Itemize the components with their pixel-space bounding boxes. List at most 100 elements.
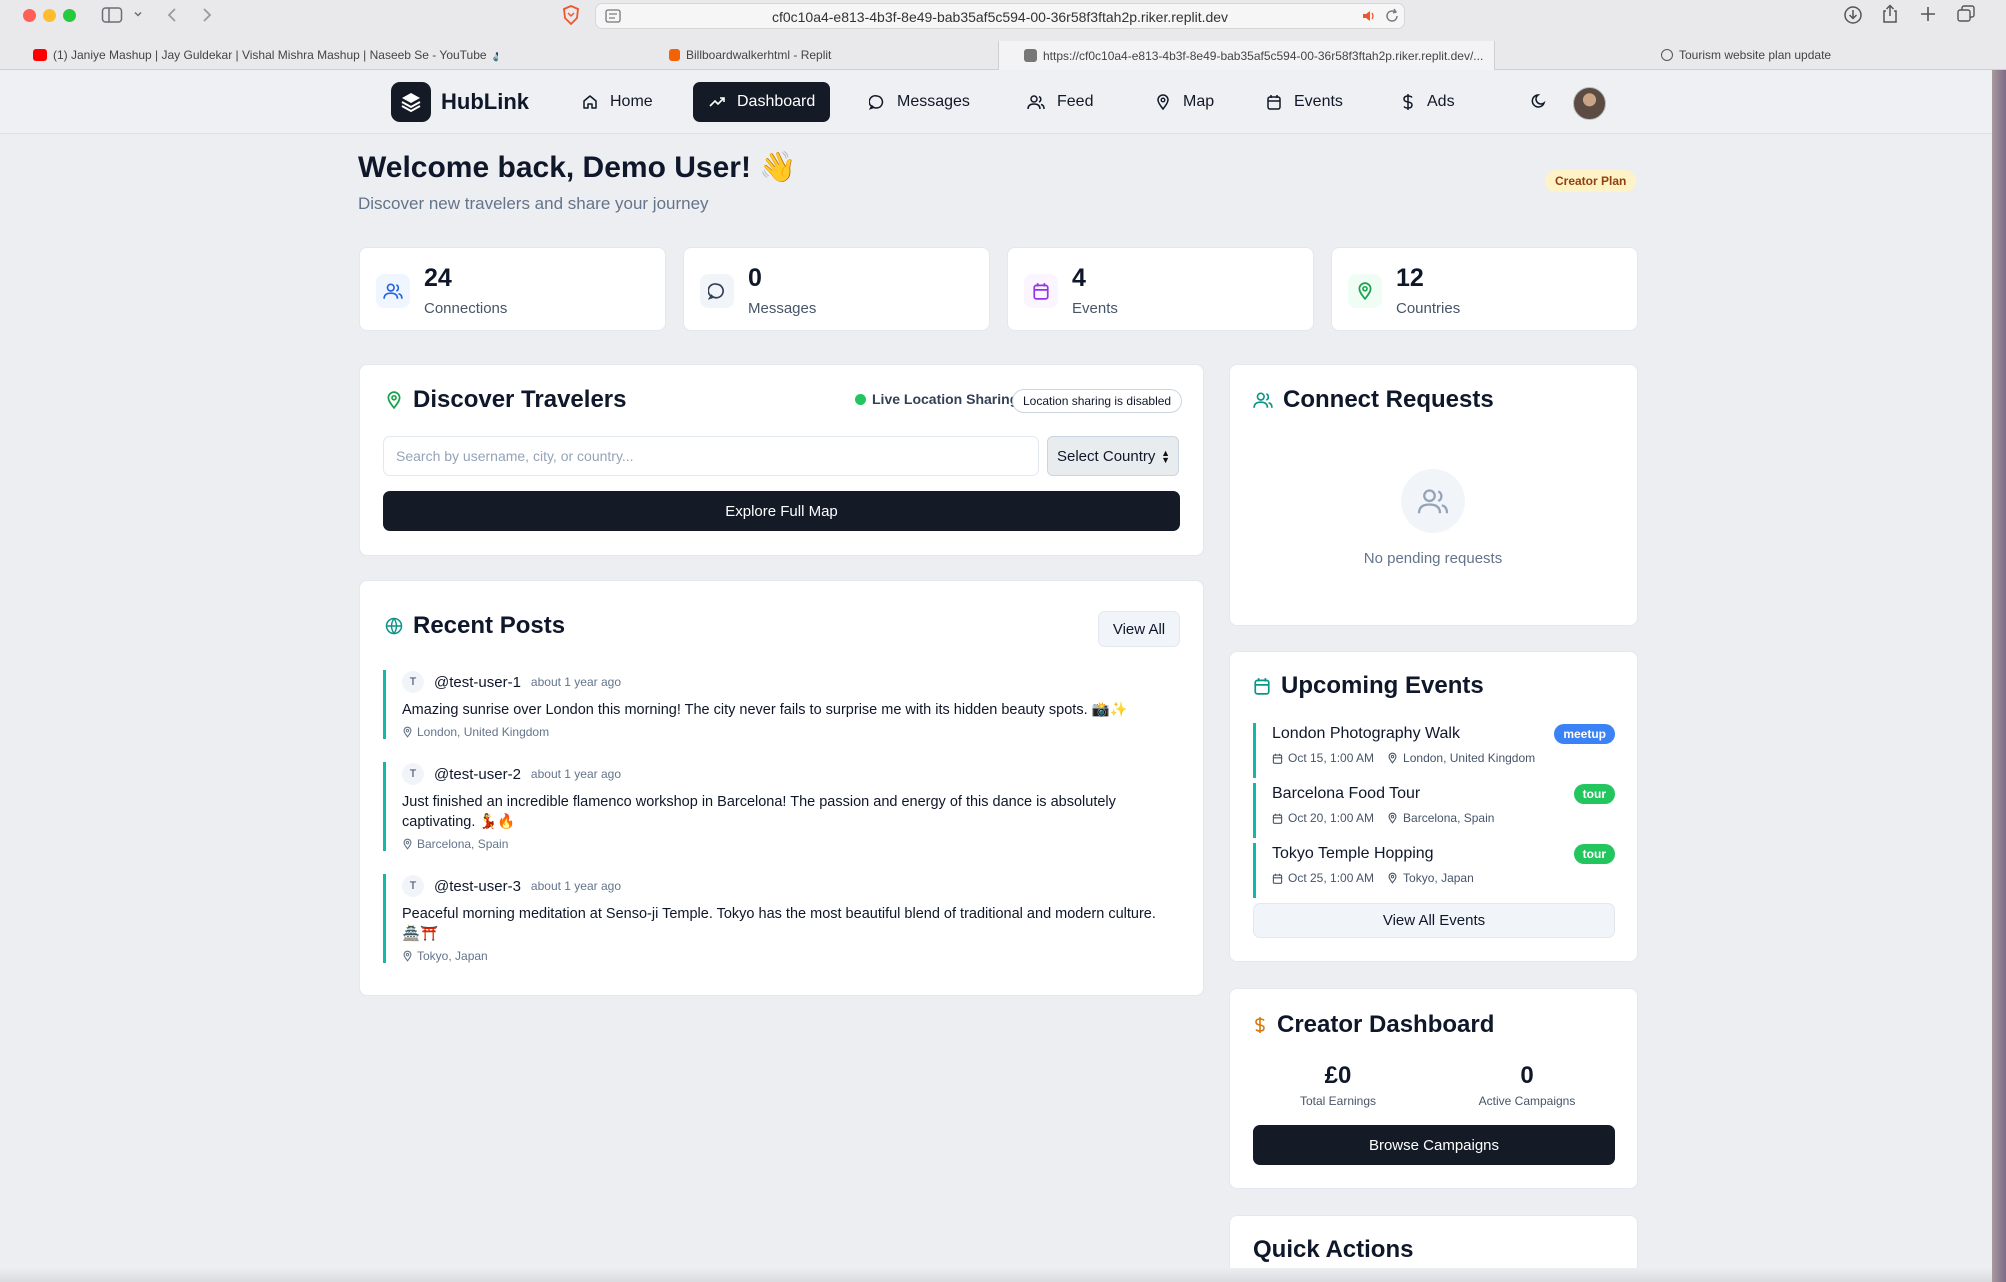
users-icon bbox=[1253, 391, 1273, 409]
total-earnings-stat: £0 Total Earnings bbox=[1248, 1062, 1428, 1108]
country-select[interactable]: Select Country ▲ ▼ bbox=[1047, 436, 1179, 476]
stat-label: Messages bbox=[748, 300, 817, 317]
address-bar[interactable]: cf0c10a4-e813-4b3f-8e49-bab35af5c594-00-… bbox=[595, 3, 1405, 29]
live-location-toggle[interactable]: Live Location Sharing bbox=[855, 391, 1018, 407]
nav-label: Map bbox=[1183, 93, 1215, 110]
select-arrows-icon: ▲ ▼ bbox=[1161, 448, 1170, 465]
stat-card-messages: 0 Messages bbox=[683, 247, 990, 331]
creator-dashboard-title: Creator Dashboard bbox=[1253, 1011, 1494, 1039]
live-location-label: Live Location Sharing bbox=[872, 391, 1019, 407]
tab-youtube[interactable]: (1) Janiye Mashup | Jay Guldekar | Visha… bbox=[33, 41, 498, 69]
new-tab-icon[interactable] bbox=[1919, 5, 1937, 23]
zoom-window-button[interactable] bbox=[63, 9, 76, 22]
tab-replit[interactable]: Billboardwalkerhtml - Replit bbox=[669, 41, 969, 69]
post-item[interactable]: T @test-user-1 about 1 year ago Amazing … bbox=[383, 670, 1180, 739]
map-pin-icon bbox=[1387, 872, 1398, 884]
brave-shield-icon[interactable] bbox=[562, 5, 580, 25]
chevron-down-icon[interactable] bbox=[133, 9, 143, 19]
event-title: Tokyo Temple Hopping bbox=[1272, 845, 1434, 862]
post-username[interactable]: @test-user-1 bbox=[434, 674, 521, 691]
forward-icon[interactable] bbox=[200, 6, 214, 24]
event-date: Oct 25, 1:00 AM bbox=[1288, 871, 1375, 885]
speaker-icon[interactable] bbox=[1361, 9, 1377, 23]
stat-label: Events bbox=[1072, 300, 1118, 317]
page-subtitle: Discover new travelers and share your jo… bbox=[358, 194, 709, 213]
post-location: London, United Kingdom bbox=[417, 725, 550, 739]
tab-tourism[interactable]: Tourism website plan update bbox=[1661, 41, 1991, 69]
nav-home[interactable]: Home bbox=[566, 82, 669, 122]
nav-label: Ads bbox=[1427, 93, 1455, 110]
sidebar-toggle-icon[interactable] bbox=[101, 6, 123, 24]
view-all-events-button[interactable]: View All Events bbox=[1253, 903, 1615, 938]
avatar[interactable] bbox=[1573, 87, 1606, 120]
theme-toggle-moon-icon[interactable] bbox=[1530, 92, 1548, 110]
calendar-icon bbox=[1272, 873, 1283, 884]
plan-badge: Creator Plan bbox=[1545, 170, 1637, 192]
post-username[interactable]: @test-user-2 bbox=[434, 766, 521, 783]
back-icon[interactable] bbox=[165, 6, 179, 24]
post-item[interactable]: T @test-user-3 about 1 year ago Peaceful… bbox=[383, 874, 1180, 963]
tab-active[interactable]: https://cf0c10a4-e813-4b3f-8e49-bab35af5… bbox=[998, 41, 1495, 70]
post-time: about 1 year ago bbox=[530, 767, 621, 781]
nav-events[interactable]: Events bbox=[1250, 82, 1359, 122]
brand-logo[interactable]: HubLink bbox=[391, 82, 529, 122]
layers-icon bbox=[391, 82, 431, 122]
empty-state-text: No pending requests bbox=[1363, 550, 1503, 567]
speaker-icon[interactable]: 🔈 bbox=[493, 49, 498, 62]
section-heading: Quick Actions bbox=[1253, 1236, 1414, 1263]
stat-value: 12 bbox=[1396, 264, 1424, 292]
nav-label: Feed bbox=[1057, 93, 1094, 110]
post-username[interactable]: @test-user-3 bbox=[434, 878, 521, 895]
map-pin-icon bbox=[402, 726, 413, 738]
home-icon bbox=[582, 94, 598, 110]
event-location: London, United Kingdom bbox=[1403, 751, 1536, 765]
nav-ads[interactable]: Ads bbox=[1385, 82, 1471, 122]
event-item[interactable]: London Photography Walk Oct 15, 1:00 AM … bbox=[1253, 723, 1615, 778]
close-window-button[interactable] bbox=[23, 9, 36, 22]
brand-name: HubLink bbox=[441, 89, 529, 114]
youtube-icon bbox=[33, 49, 47, 61]
section-heading: Recent Posts bbox=[413, 612, 566, 639]
users-icon bbox=[1401, 469, 1465, 533]
section-heading: Creator Dashboard bbox=[1277, 1011, 1495, 1038]
nav-feed[interactable]: Feed bbox=[1011, 82, 1109, 122]
nav-map[interactable]: Map bbox=[1139, 82, 1230, 122]
event-date: Oct 20, 1:00 AM bbox=[1288, 811, 1375, 825]
discover-title: Discover Travelers bbox=[385, 386, 626, 414]
event-item[interactable]: Tokyo Temple Hopping Oct 25, 1:00 AM Tok… bbox=[1253, 843, 1615, 898]
nav-label: Messages bbox=[897, 93, 970, 110]
app-navbar: HubLink Home Dashboard Messages Feed Map… bbox=[0, 70, 2006, 134]
nav-dashboard[interactable]: Dashboard bbox=[693, 82, 830, 122]
tab-overview-icon[interactable] bbox=[1956, 5, 1976, 23]
live-status-dot bbox=[855, 393, 866, 405]
map-pin-icon bbox=[1387, 812, 1398, 824]
share-icon[interactable] bbox=[1881, 4, 1899, 24]
explore-full-map-button[interactable]: Explore Full Map bbox=[383, 491, 1180, 531]
stat-card-countries: 12 Countries bbox=[1331, 247, 1638, 331]
replit-r-icon bbox=[1024, 49, 1037, 62]
nav-label: Events bbox=[1294, 93, 1343, 110]
stat-card-connections: 24 Connections bbox=[359, 247, 666, 331]
reload-icon[interactable] bbox=[1384, 8, 1400, 24]
event-location: Barcelona, Spain bbox=[1403, 811, 1495, 825]
tab-label: Tourism website plan update bbox=[1679, 48, 1832, 62]
nav-messages[interactable]: Messages bbox=[853, 82, 986, 122]
calendar-icon bbox=[1272, 813, 1283, 824]
minimize-window-button[interactable] bbox=[43, 9, 56, 22]
traveler-search-input[interactable] bbox=[383, 436, 1039, 476]
tab-strip: (1) Janiye Mashup | Jay Guldekar | Visha… bbox=[0, 41, 2006, 70]
message-icon bbox=[869, 94, 885, 110]
event-item[interactable]: Barcelona Food Tour Oct 20, 1:00 AM Barc… bbox=[1253, 783, 1615, 838]
stat-value: 4 bbox=[1072, 264, 1086, 292]
post-item[interactable]: T @test-user-2 about 1 year ago Just fin… bbox=[383, 762, 1180, 851]
connect-requests-title: Connect Requests bbox=[1253, 386, 1494, 414]
view-all-posts-button[interactable]: View All bbox=[1098, 611, 1180, 647]
active-campaigns-stat: 0 Active Campaigns bbox=[1437, 1062, 1617, 1108]
post-avatar: T bbox=[402, 671, 424, 693]
globe-icon bbox=[1661, 49, 1673, 61]
downloads-icon[interactable] bbox=[1843, 5, 1863, 25]
event-location: Tokyo, Japan bbox=[1403, 871, 1474, 885]
browse-campaigns-button[interactable]: Browse Campaigns bbox=[1253, 1125, 1615, 1165]
post-text: Peaceful morning meditation at Senso-ji … bbox=[402, 906, 1156, 942]
event-type-badge: tour bbox=[1573, 844, 1615, 864]
